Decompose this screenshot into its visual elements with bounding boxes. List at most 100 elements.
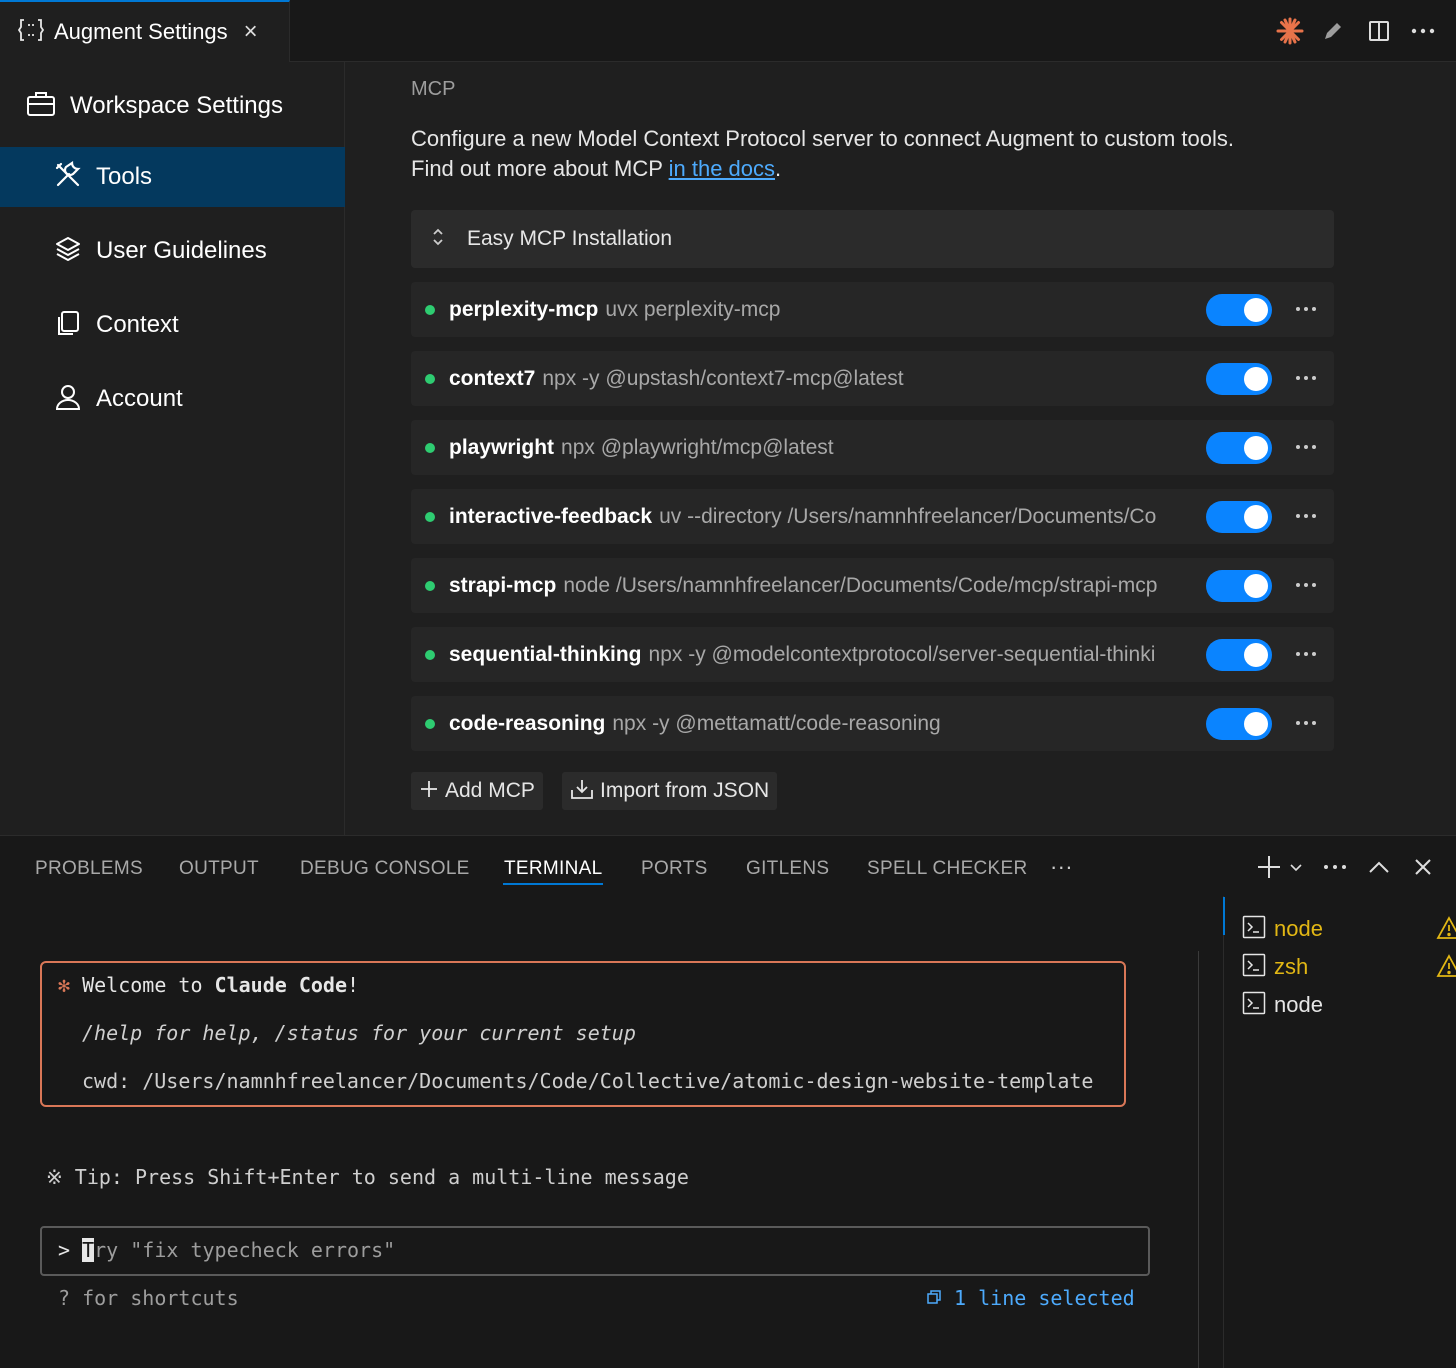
- terminal-icon: [1242, 991, 1266, 1020]
- tab-augment-settings[interactable]: Augment Settings ×: [0, 0, 290, 62]
- mcp-server-command: uv --directory /Users/namnhfreelancer/Do…: [659, 504, 1157, 528]
- more-options-icon[interactable]: [1289, 501, 1323, 531]
- more-options-icon[interactable]: [1289, 708, 1323, 738]
- terminal-icon: [1242, 915, 1266, 944]
- terminal-session-item[interactable]: node: [1242, 912, 1456, 946]
- download-tray-icon: [570, 778, 594, 805]
- close-icon[interactable]: ×: [244, 20, 258, 44]
- tab-output[interactable]: OUTPUT: [179, 858, 259, 880]
- mcp-server-row: context7 npx -y @upstash/context7-mcp@lat…: [411, 351, 1334, 406]
- more-options-icon[interactable]: [1289, 432, 1323, 462]
- split-editor-icon[interactable]: [1364, 16, 1394, 46]
- mcp-server-row: strapi-mcp node /Users/namnhfreelancer/Do…: [411, 558, 1334, 613]
- mcp-enable-toggle[interactable]: [1206, 432, 1272, 464]
- mcp-server-name: context7: [449, 366, 536, 390]
- chevron-up-down-icon: [431, 228, 445, 251]
- import-json-label: Import from JSON: [600, 779, 770, 802]
- prompt-glyph: >: [58, 1238, 71, 1262]
- more-options-icon[interactable]: [1289, 639, 1323, 669]
- mcp-server-name: sequential-thinking: [449, 642, 642, 666]
- mcp-enable-toggle[interactable]: [1206, 639, 1272, 671]
- mcp-enable-toggle[interactable]: [1206, 708, 1272, 740]
- active-tab-indicator: [503, 883, 603, 885]
- description-suffix: .: [775, 156, 782, 181]
- import-from-json-button[interactable]: Import from JSON: [562, 772, 778, 810]
- sidebar-item-account[interactable]: Account: [0, 369, 345, 429]
- section-title: MCP: [411, 78, 456, 100]
- edit-pen-icon[interactable]: [1318, 16, 1348, 46]
- sidebar-item-label: Account: [96, 385, 183, 412]
- active-session-indicator: [1223, 897, 1225, 935]
- mcp-server-command: uvx perplexity-mcp: [605, 297, 781, 321]
- close-panel-icon[interactable]: [1408, 852, 1438, 882]
- add-mcp-label: Add MCP: [445, 779, 535, 802]
- mcp-server-command: npx -y @modelcontextprotocol/server-sequ…: [648, 642, 1156, 666]
- selection-icon: [926, 1286, 942, 1310]
- mcp-server-name: interactive-feedback: [449, 504, 653, 528]
- sidebar-item-context[interactable]: Context: [0, 295, 345, 355]
- terminal-icon: [1242, 953, 1266, 982]
- prompt-placeholder: ry "fix typecheck errors": [94, 1238, 396, 1262]
- mcp-server-row: sequential-thinking npx -y @modelcontextp…: [411, 627, 1334, 682]
- sidebar-item-label: User Guidelines: [96, 237, 267, 264]
- terminal-session-item[interactable]: zsh: [1242, 950, 1456, 984]
- panel-tabs-overflow[interactable]: ···: [1050, 854, 1073, 880]
- mcp-server-row: interactive-feedback uv --directory /User…: [411, 489, 1334, 544]
- tab-debug-console[interactable]: DEBUG CONSOLE: [300, 858, 470, 880]
- add-mcp-button[interactable]: Add MCP: [411, 772, 543, 810]
- status-dot: [425, 580, 435, 591]
- claude-sparkle-icon[interactable]: [1275, 16, 1305, 46]
- mcp-server-command: npx -y @upstash/context7-mcp@latest: [542, 366, 904, 390]
- status-dot: [425, 373, 435, 384]
- prompt-line[interactable]: > Try "fix typecheck errors": [58, 1238, 395, 1262]
- tab-problems[interactable]: PROBLEMS: [35, 858, 143, 880]
- panel-more-icon[interactable]: [1320, 852, 1350, 882]
- tab-gitlens[interactable]: GITLENS: [746, 858, 829, 880]
- welcome-prefix: Welcome to: [70, 973, 215, 997]
- tab-terminal[interactable]: TERMINAL: [504, 858, 602, 880]
- mcp-server-command: node /Users/namnhfreelancer/Documents/Co…: [563, 573, 1158, 597]
- tab-ports[interactable]: PORTS: [641, 858, 708, 880]
- tab-spell-checker[interactable]: SPELL CHECKER: [867, 858, 1028, 880]
- terminal-session-list: node zsh node: [1223, 896, 1456, 1368]
- easy-install-label: Easy MCP Installation: [467, 227, 673, 250]
- tab-title: Augment Settings: [54, 19, 228, 44]
- text-cursor: T: [82, 1238, 95, 1262]
- terminal-session-label: zsh: [1274, 954, 1309, 979]
- description-prefix: Find out more about MCP: [411, 156, 669, 181]
- selection-status-label: 1 line selected: [954, 1286, 1135, 1310]
- maximize-panel-icon[interactable]: [1364, 852, 1394, 882]
- docs-link[interactable]: in the docs: [669, 156, 775, 181]
- welcome-line: ✻ Welcome to Claude Code!: [58, 973, 359, 997]
- tools-icon: [54, 160, 82, 194]
- workspace-settings-label: Workspace Settings: [70, 92, 283, 119]
- selection-status: 1 line selected: [926, 1286, 1135, 1310]
- tip-line: ※ Tip: Press Shift+Enter to send a multi…: [46, 1165, 689, 1189]
- terminal-session-label: node: [1274, 916, 1323, 941]
- more-actions-icon[interactable]: [1408, 16, 1438, 46]
- sidebar-item-tools[interactable]: Tools: [0, 147, 345, 207]
- sidebar-item-user-guidelines[interactable]: User Guidelines: [0, 221, 345, 281]
- terminal-session-label: node: [1274, 992, 1323, 1017]
- description-line-2: Find out more about MCP in the docs.: [411, 154, 1411, 184]
- mcp-server-row: perplexity-mcp uvx perplexity-mcp: [411, 282, 1334, 337]
- easy-mcp-installation-toggle[interactable]: Easy MCP Installation: [411, 210, 1334, 268]
- shortcuts-hint: ? for shortcuts: [58, 1286, 239, 1310]
- mcp-server-row: code-reasoning npx -y @mettamatt/code-rea…: [411, 696, 1334, 751]
- warning-icon: [1436, 954, 1456, 983]
- status-dot: [425, 649, 435, 660]
- more-options-icon[interactable]: [1289, 363, 1323, 393]
- mcp-enable-toggle[interactable]: [1206, 294, 1272, 326]
- status-dot: [425, 304, 435, 315]
- more-options-icon[interactable]: [1289, 294, 1323, 324]
- mcp-server-command: npx -y @mettamatt/code-reasoning: [612, 711, 941, 735]
- new-terminal-icon[interactable]: [1256, 852, 1304, 882]
- more-options-icon[interactable]: [1289, 570, 1323, 600]
- status-dot: [425, 718, 435, 729]
- mcp-enable-toggle[interactable]: [1206, 363, 1272, 395]
- terminal-session-item[interactable]: node: [1242, 988, 1456, 1022]
- welcome-star: ✻: [58, 973, 71, 997]
- mcp-enable-toggle[interactable]: [1206, 501, 1272, 533]
- mcp-description: Configure a new Model Context Protocol s…: [411, 124, 1411, 184]
- mcp-enable-toggle[interactable]: [1206, 570, 1272, 602]
